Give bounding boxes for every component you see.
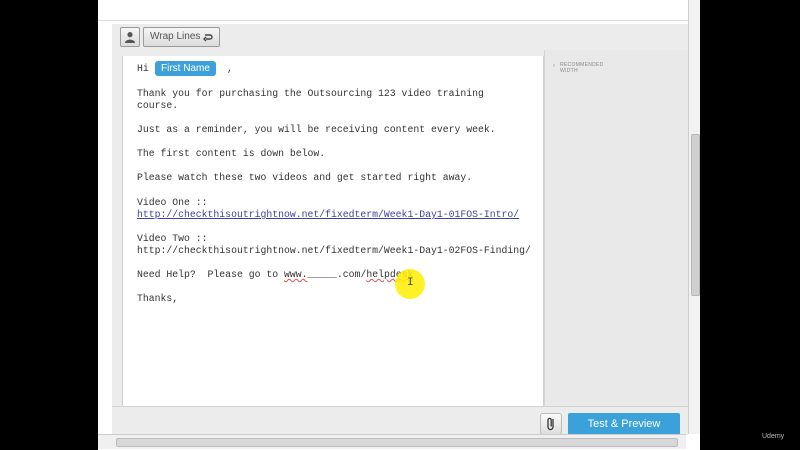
- vertical-scroll-thumb[interactable]: [691, 134, 700, 296]
- personalize-button[interactable]: [120, 27, 140, 47]
- body-line: Please watch these two videos and get st…: [137, 172, 473, 183]
- email-editor-window: Wrap Lines Hi First Name , Thank you for…: [98, 0, 700, 450]
- editor-footer: Test & Preview: [112, 406, 688, 435]
- body-line: Thank you for purchasing the Outsourcing…: [137, 88, 484, 99]
- editor-toolbar: Wrap Lines: [112, 24, 688, 51]
- editor-frame: Hi First Name , Thank you for purchasing…: [112, 50, 689, 406]
- paperclip-icon: [547, 417, 554, 431]
- greeting-line: Hi: [137, 63, 149, 74]
- wrap-lines-button[interactable]: Wrap Lines: [143, 27, 221, 47]
- attach-button[interactable]: [540, 413, 562, 435]
- help-line: Need Help? Please go to www._____.com/he…: [137, 269, 414, 280]
- body-line: The first content is down below.: [137, 148, 326, 159]
- horizontal-scrollbar[interactable]: [98, 434, 686, 449]
- wrap-icon: [203, 34, 214, 42]
- user-icon: [125, 32, 135, 43]
- closing-line: Thanks,: [137, 293, 179, 304]
- email-body-editor[interactable]: Hi First Name , Thank you for purchasing…: [122, 56, 544, 406]
- recommended-width-panel: ‹ RECOMMENDED WIDTH: [544, 50, 689, 406]
- body-line: Just as a reminder, you will be receivin…: [137, 124, 496, 135]
- chevron-left-icon: ‹: [553, 63, 556, 69]
- text-cursor-icon: I: [407, 277, 414, 289]
- test-and-preview-button[interactable]: Test & Preview: [568, 413, 680, 435]
- video-one-label: Video One ::: [137, 197, 208, 208]
- first-name-merge-tag[interactable]: First Name: [155, 61, 216, 76]
- video-two-link[interactable]: http://checkthisoutrightnow.net/fixedter…: [137, 245, 531, 256]
- video-one-link[interactable]: http://checkthisoutrightnow.net/fixedter…: [137, 209, 519, 220]
- udemy-watermark: Udemy: [762, 433, 785, 440]
- recommended-width-label: RECOMMENDED WIDTH: [560, 62, 604, 74]
- video-two-label: Video Two ::: [137, 233, 208, 244]
- vertical-scrollbar[interactable]: [688, 0, 700, 434]
- greeting-suffix: ,: [227, 63, 233, 74]
- body-line: course.: [137, 100, 179, 111]
- top-strip: [98, 0, 688, 21]
- horizontal-scroll-thumb[interactable]: [116, 438, 678, 447]
- wrap-lines-label: Wrap Lines: [150, 31, 201, 42]
